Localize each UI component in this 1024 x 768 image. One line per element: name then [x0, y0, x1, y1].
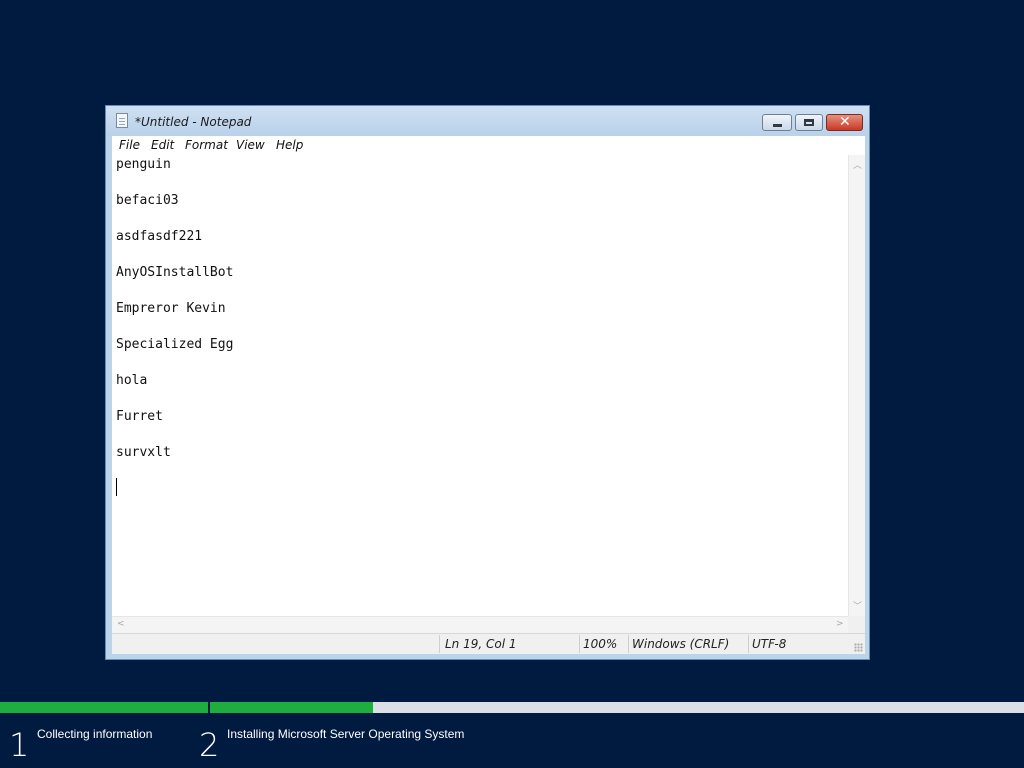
vertical-scrollbar[interactable]: ︿ ﹀	[848, 155, 865, 616]
status-separator	[579, 635, 580, 653]
step-number: 1	[9, 726, 30, 764]
status-separator	[628, 635, 629, 653]
resize-grip-icon[interactable]	[854, 643, 863, 652]
text-line: survxlt	[116, 445, 171, 460]
status-zoom: 100%	[583, 637, 618, 651]
step-label: Collecting information	[37, 727, 153, 741]
step-number: 2	[199, 726, 220, 764]
step2-progress-fill	[210, 702, 373, 713]
scroll-left-icon[interactable]: <	[117, 619, 125, 629]
status-separator	[748, 635, 749, 653]
text-line: hola	[116, 373, 148, 388]
menu-bar: File Edit Format View Help	[112, 136, 865, 154]
step1-progress-fill	[0, 702, 208, 713]
maximize-button[interactable]	[795, 114, 823, 131]
minimize-icon	[773, 124, 782, 127]
notepad-icon	[116, 113, 128, 128]
status-encoding: UTF-8	[752, 637, 787, 651]
status-position: Ln 19, Col 1	[445, 637, 517, 651]
menu-file[interactable]: File	[119, 138, 140, 152]
text-line: befaci03	[116, 193, 179, 208]
notepad-client: File Edit Format View Help penguin befac…	[112, 136, 865, 654]
scroll-up-icon[interactable]: ︿	[853, 158, 862, 171]
text-line: Empreror Kevin	[116, 301, 226, 316]
close-icon: ✕	[839, 114, 851, 130]
text-line: Furret	[116, 409, 163, 424]
menu-view[interactable]: View	[236, 138, 265, 152]
notepad-window: *Untitled - Notepad ✕ File Edit Format V…	[105, 105, 870, 660]
minimize-button[interactable]	[762, 114, 792, 131]
text-line: AnyOSInstallBot	[116, 265, 234, 280]
window-title: *Untitled - Notepad	[135, 115, 252, 129]
setup-screen: *Untitled - Notepad ✕ File Edit Format V…	[0, 0, 1024, 768]
title-bar[interactable]: *Untitled - Notepad ✕	[106, 106, 869, 136]
scroll-right-icon[interactable]: >	[836, 619, 844, 629]
menu-help[interactable]: Help	[276, 138, 303, 152]
text-line: asdfasdf221	[116, 229, 203, 244]
maximize-icon	[804, 119, 814, 126]
scrollbar-corner	[848, 616, 865, 633]
text-editor[interactable]: penguin befaci03 asdfasdf221 AnyOSInstal…	[112, 155, 848, 616]
setup-progress-bar	[0, 702, 1024, 713]
step-label: Installing Microsoft Server Operating Sy…	[227, 727, 465, 741]
text-line: Specialized Egg	[116, 337, 234, 352]
text-line: penguin	[116, 157, 171, 172]
scroll-down-icon[interactable]: ﹀	[853, 599, 862, 612]
status-line-endings: Windows (CRLF)	[632, 637, 730, 651]
status-separator	[439, 635, 440, 653]
status-bar: Ln 19, Col 1 100% Windows (CRLF) UTF-8	[112, 633, 865, 654]
setup-steps: 1 Collecting information 2 Installing Mi…	[0, 713, 1024, 768]
horizontal-scrollbar[interactable]: < >	[112, 616, 848, 633]
menu-edit[interactable]: Edit	[151, 138, 174, 152]
text-caret	[116, 478, 117, 496]
close-button[interactable]: ✕	[826, 114, 863, 131]
menu-format[interactable]: Format	[185, 138, 228, 152]
